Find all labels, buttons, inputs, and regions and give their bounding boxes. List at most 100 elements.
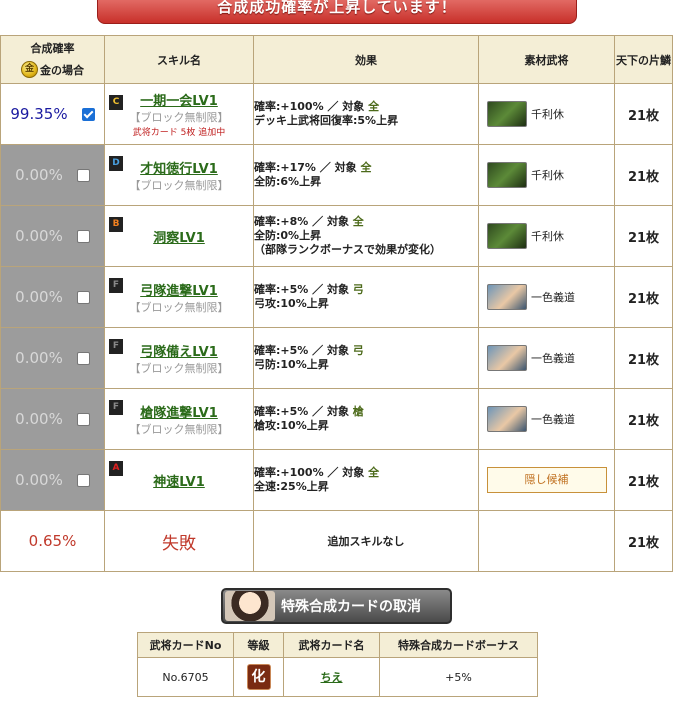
skill-row: 0.00% F 槍隊進撃LV1 【ブロック無制限】 確率:+5% ／ 対象 槍槍攻:10… (0, 388, 673, 450)
card-no: No.6705 (137, 657, 234, 697)
skill-cell: F 槍隊進撃LV1 【ブロック無制限】 (104, 388, 254, 450)
effect-cell: 確率:+100% ／ 対象 全全速:25%上昇 (253, 449, 479, 511)
tenka-count: 21枚 (614, 83, 673, 145)
select-checkbox[interactable] (81, 107, 95, 121)
fail-count: 21枚 (614, 510, 673, 572)
skill-row: 99.35% C 一期一会LV1 【ブロック無制限】 武将カード 5枚 追加中 確率:+1… (0, 83, 673, 145)
card-portrait-icon (225, 591, 275, 621)
skill-cell: C 一期一会LV1 【ブロック無制限】 武将カード 5枚 追加中 (104, 83, 254, 145)
rate-value: 0.00% (15, 227, 63, 245)
rate-value: 0.00% (15, 349, 63, 367)
cancel-special-card-button[interactable]: 特殊合成カードの取消 (221, 588, 452, 624)
rate-cell: 0.00% (0, 144, 105, 206)
material-cell: 千利休 (478, 83, 615, 145)
material-cell: 千利休 (478, 205, 615, 267)
material-cell: 隠し候補 (478, 449, 615, 511)
material-portrait-icon (487, 406, 527, 432)
effect-rate: 確率:+17% ／ 対象 (254, 161, 361, 174)
effect-target: 槍 (352, 405, 364, 418)
select-checkbox[interactable] (76, 351, 90, 365)
success-rate-banner: 合成成功確率が上昇しています！ (97, 0, 577, 24)
effect-note: （部隊ランクボーナスで効果が変化） (254, 243, 441, 256)
material-name: 千利休 (531, 230, 564, 243)
rate-cell: 0.00% (0, 205, 105, 267)
skill-name-link[interactable]: 弓隊備えLV1 (105, 341, 253, 360)
skill-cell: A 神速LV1 (104, 449, 254, 511)
fail-effect: 追加スキルなし (253, 510, 479, 572)
card-grade-icon: 化 (246, 664, 271, 690)
select-checkbox[interactable] (76, 290, 90, 304)
material-portrait-icon (487, 284, 527, 310)
skill-name-link[interactable]: 才知徳行LV1 (105, 158, 253, 177)
effect-detail: 槍攻:10%上昇 (254, 419, 329, 432)
rate-value: 0.00% (15, 471, 63, 489)
material-cell: 一色義道 (478, 388, 615, 450)
tenka-count: 21枚 (614, 449, 673, 511)
material-portrait-icon (487, 162, 527, 188)
gold-coin-icon: 金 (21, 61, 38, 78)
rate-value: 99.35% (10, 105, 68, 123)
effect-target: 全 (360, 161, 372, 174)
special-card-table: 武将カードNo 等級 武将カード名 特殊合成カードボーナス No.6705 化 … (137, 632, 538, 697)
card-name-link[interactable]: ちえ (321, 671, 343, 684)
skill-row: 0.00% F 弓隊備えLV1 【ブロック無制限】 確率:+5% ／ 対象 弓弓防:10… (0, 327, 673, 389)
effect-target: 弓 (352, 283, 364, 296)
select-checkbox[interactable] (76, 168, 90, 182)
rate-cell: 0.00% (0, 266, 105, 328)
skill-cell: F 弓隊進撃LV1 【ブロック無制限】 (104, 266, 254, 328)
extra-card-note: 武将カード 5枚 追加中 (132, 128, 226, 138)
effect-cell: 確率:+5% ／ 対象 弓弓防:10%上昇 (253, 327, 479, 389)
material-cell: 一色義道 (478, 327, 615, 389)
effect-detail: デッキ上武将回復率:5%上昇 (254, 114, 399, 127)
fail-label: 失敗 (104, 510, 254, 572)
header-material: 素材武将 (478, 35, 615, 84)
skill-name-link[interactable]: 洞察LV1 (105, 227, 253, 246)
fail-row: 0.65% 失敗 追加スキルなし 21枚 (0, 510, 673, 572)
material-name: 千利休 (531, 108, 564, 121)
rate-value: 0.00% (15, 288, 63, 306)
effect-rate: 確率:+100% ／ 対象 (254, 466, 369, 479)
tenka-count: 21枚 (614, 205, 673, 267)
card-header-bonus: 特殊合成カードボーナス (379, 632, 538, 658)
header-rate-label: 合成確率 (30, 42, 75, 55)
rate-cell: 0.00% (0, 449, 105, 511)
fusion-table: 合成確率 金 金の場合 スキル名 効果 素材武将 天下の片鱗 99.35% C 一期… (0, 35, 673, 572)
skill-name-link[interactable]: 槍隊進撃LV1 (105, 402, 253, 421)
hidden-candidate-button[interactable]: 隠し候補 (486, 467, 607, 493)
skill-row: 0.00% F 弓隊進撃LV1 【ブロック無制限】 確率:+5% ／ 対象 弓弓攻:10… (0, 266, 673, 328)
effect-rate: 確率:+5% ／ 対象 (254, 405, 353, 418)
effect-detail: 全防:0%上昇 (254, 229, 322, 242)
grade-icon: F (109, 278, 123, 293)
header-gold-label: 金の場合 (40, 63, 84, 77)
skill-cell: D 才知徳行LV1 【ブロック無制限】 (104, 144, 254, 206)
skill-name-link[interactable]: 神速LV1 (105, 471, 253, 490)
select-checkbox[interactable] (76, 412, 90, 426)
material-portrait-icon (487, 223, 527, 249)
select-checkbox[interactable] (76, 229, 90, 243)
select-checkbox[interactable] (76, 473, 90, 487)
effect-cell: 確率:+100% ／ 対象 全デッキ上武将回復率:5%上昇 (253, 83, 479, 145)
card-header-grade: 等級 (233, 632, 284, 658)
tenka-count: 21枚 (614, 327, 673, 389)
grade-icon: B (109, 217, 123, 232)
tenka-count: 21枚 (614, 388, 673, 450)
header-rate: 合成確率 金 金の場合 (0, 35, 105, 84)
effect-rate: 確率:+5% ／ 対象 (254, 344, 353, 357)
rate-cell: 0.00% (0, 388, 105, 450)
effect-cell: 確率:+5% ／ 対象 弓弓攻:10%上昇 (253, 266, 479, 328)
skill-name-link[interactable]: 一期一会LV1 (105, 90, 253, 109)
tenka-count: 21枚 (614, 144, 673, 206)
block-note: 【ブロック無制限】 (129, 111, 229, 124)
cancel-button-label: 特殊合成カードの取消 (281, 599, 421, 615)
effect-detail: 弓防:10%上昇 (254, 358, 329, 371)
block-note: 【ブロック無制限】 (129, 361, 229, 375)
tenka-count: 21枚 (614, 266, 673, 328)
header-tenka: 天下の片鱗 (614, 35, 673, 84)
skill-row: 0.00% A 神速LV1 確率:+100% ／ 対象 全全速:25%上昇 隠し候補 21… (0, 449, 673, 511)
material-cell: 一色義道 (478, 266, 615, 328)
effect-detail: 弓攻:10%上昇 (254, 297, 329, 310)
effect-detail: 全防:6%上昇 (254, 175, 322, 188)
header-effect: 効果 (253, 35, 479, 84)
skill-name-link[interactable]: 弓隊進撃LV1 (105, 280, 253, 299)
grade-icon: D (109, 156, 123, 171)
